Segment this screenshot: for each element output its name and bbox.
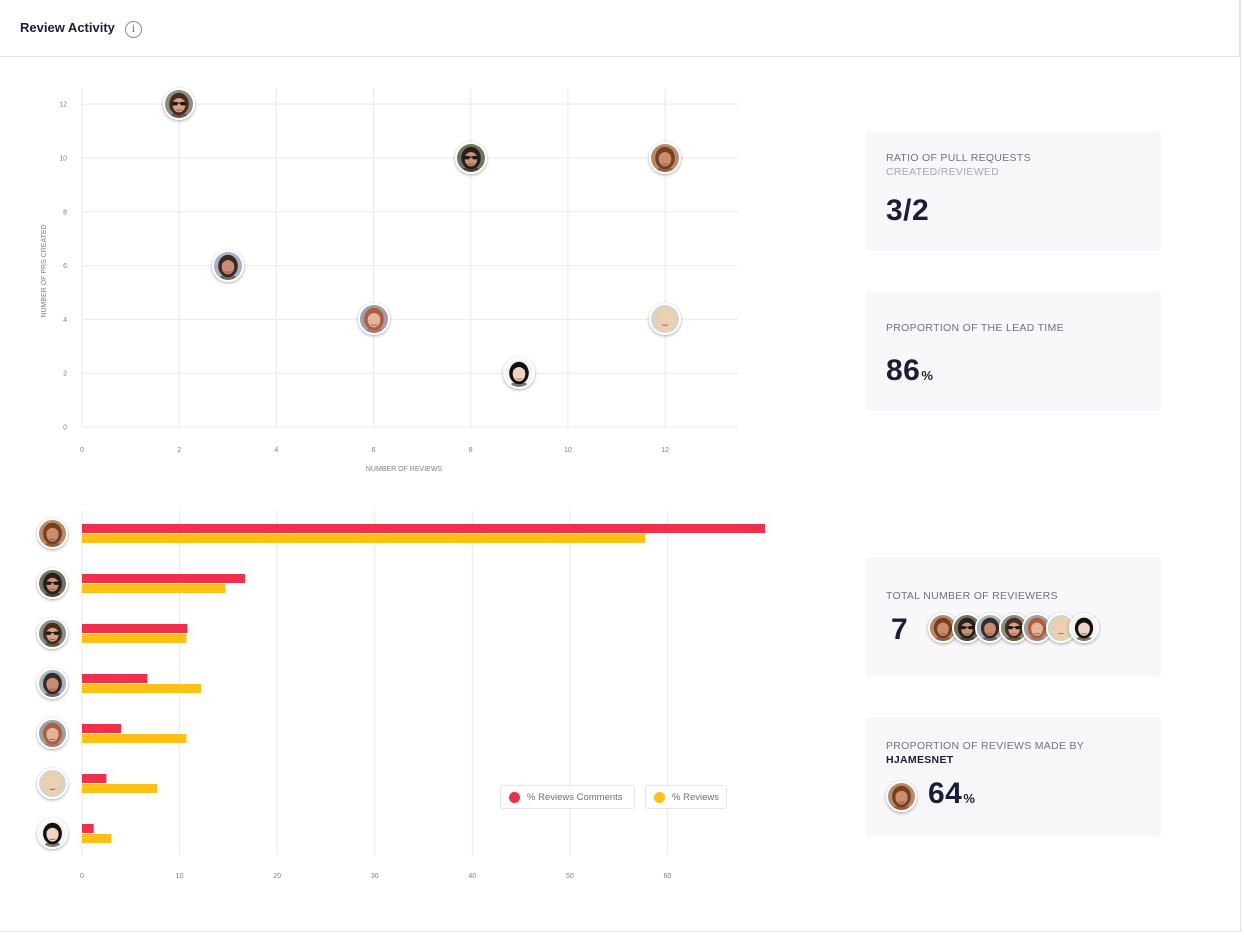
reviews-made-by-label: PROPORTION OF REVIEWS MADE BY xyxy=(886,740,1085,752)
bar-reviews[interactable] xyxy=(82,534,645,543)
lead-time-unit: % xyxy=(921,368,934,383)
scatter-x-tick: 6 xyxy=(372,447,376,454)
bar-reviews-comments[interactable] xyxy=(82,624,188,633)
bar-reviews[interactable] xyxy=(82,784,158,793)
bar-reviews-comments[interactable] xyxy=(82,724,122,733)
reviews-made-by-avatar[interactable] xyxy=(885,780,917,812)
reviewers-label: TOTAL NUMBER OF REVIEWERS xyxy=(886,590,1058,602)
scatter-y-tick: 12 xyxy=(59,102,67,109)
scatter-y-tick: 6 xyxy=(63,263,67,270)
reviewer-avatar[interactable] xyxy=(1069,613,1099,643)
scatter-y-tick: 8 xyxy=(63,209,67,216)
bar-row-avatar[interactable] xyxy=(36,567,68,599)
bar-reviews-comments[interactable] xyxy=(82,824,94,833)
scatter-x-tick: 8 xyxy=(469,447,473,454)
scatter-x-tick: 0 xyxy=(80,447,84,454)
review-bar-chart: 0 10 20 30 40 50 60 xyxy=(80,510,765,880)
page-header: Review Activity i xyxy=(0,0,1240,57)
scatter-point-avatar[interactable] xyxy=(454,141,487,174)
ratio-value: 3/2 xyxy=(886,194,930,227)
bar-x-tick: 0 xyxy=(80,873,84,880)
reviewers-value: 7 xyxy=(891,613,909,646)
bar-x-tick: 30 xyxy=(371,873,379,880)
bar-row-avatar[interactable] xyxy=(36,717,68,749)
reviewers-card: TOTAL NUMBER OF REVIEWERS 7 xyxy=(866,557,1161,677)
scatter-y-ticks: 0 2 4 6 8 10 12 xyxy=(59,102,67,432)
legend-label-reviews: % Reviews xyxy=(672,791,719,803)
bar-reviews-comments[interactable] xyxy=(82,524,765,533)
scatter-y-tick: 4 xyxy=(63,317,67,324)
scatter-chart: 0 2 4 6 8 10 12 0 2 4 6 8 10 12 NUMBER OF REVIEWS NU… xyxy=(41,88,738,473)
info-icon[interactable]: i xyxy=(125,21,142,38)
legend-label-comments: % Reviews Comments xyxy=(527,791,623,803)
legend-reviews-comments[interactable]: % Reviews Comments xyxy=(500,785,635,809)
scatter-y-axis-label: NUMBER OF PRS CREATED xyxy=(41,224,48,317)
lead-time-value: 86 xyxy=(886,354,921,387)
frame-border-bottom xyxy=(0,931,1241,932)
bar-x-tick: 60 xyxy=(664,873,672,880)
scatter-point-avatar[interactable] xyxy=(357,303,390,336)
scatter-y-tick: 0 xyxy=(63,425,67,432)
ratio-label: RATIO OF PULL REQUESTS xyxy=(886,152,1031,164)
legend-reviews[interactable]: % Reviews xyxy=(645,785,727,809)
scatter-point-avatar[interactable] xyxy=(211,249,244,282)
page-title: Review Activity xyxy=(20,20,115,35)
bar-row-avatar[interactable] xyxy=(36,667,68,699)
bar-x-tick: 40 xyxy=(468,873,476,880)
legend-dot-reviews xyxy=(654,791,665,803)
reviews-made-by-user: HJAMESNET xyxy=(886,754,954,766)
ratio-sublabel: CREATED/REVIEWED xyxy=(886,166,1000,178)
bar-row-avatar[interactable] xyxy=(36,517,68,549)
scatter-x-ticks: 0 2 4 6 8 10 12 xyxy=(80,447,669,454)
frame-border-right xyxy=(1240,0,1241,932)
bar-reviews[interactable] xyxy=(82,684,202,693)
scatter-x-tick: 2 xyxy=(177,447,181,454)
bar-row-avatar[interactable] xyxy=(36,767,68,799)
lead-time-card: PROPORTION OF THE LEAD TIME 86% xyxy=(866,291,1161,411)
scatter-x-tick: 12 xyxy=(661,447,669,454)
reviews-made-by-card: PROPORTION OF REVIEWS MADE BY HJAMESNET … xyxy=(866,717,1161,837)
bar-row-avatar[interactable] xyxy=(36,817,68,849)
bar-reviews-comments[interactable] xyxy=(82,774,107,783)
reviews-made-by-value-wrap: 64% xyxy=(928,777,975,811)
bar-x-tick: 20 xyxy=(273,873,281,880)
bar-reviews-comments[interactable] xyxy=(82,674,148,683)
bar-x-tick: 10 xyxy=(176,873,184,880)
ratio-card: RATIO OF PULL REQUESTS CREATED/REVIEWED … xyxy=(866,131,1161,251)
scatter-x-axis-label: NUMBER OF REVIEWS xyxy=(366,466,443,473)
bar-reviews[interactable] xyxy=(82,584,226,593)
scatter-y-tick: 2 xyxy=(63,371,67,378)
reviews-made-by-unit: % xyxy=(963,791,976,806)
scatter-x-tick: 4 xyxy=(274,447,278,454)
scatter-x-tick: 10 xyxy=(564,447,572,454)
bar-reviews[interactable] xyxy=(82,634,187,643)
bar-x-ticks: 0 10 20 30 40 50 60 xyxy=(80,873,671,880)
bar-reviews[interactable] xyxy=(82,734,187,743)
scatter-grid xyxy=(81,88,738,428)
bar-row-avatar[interactable] xyxy=(36,617,68,649)
reviews-made-by-value: 64 xyxy=(928,777,963,810)
scatter-point-avatar[interactable] xyxy=(649,141,682,174)
bar-reviews[interactable] xyxy=(82,834,112,843)
lead-time-value-wrap: 86% xyxy=(886,354,933,388)
scatter-y-tick: 10 xyxy=(59,155,67,162)
bar-reviews-comments[interactable] xyxy=(82,574,245,583)
bar-x-tick: 50 xyxy=(566,873,574,880)
legend-dot-comments xyxy=(509,791,520,803)
lead-time-label: PROPORTION OF THE LEAD TIME xyxy=(886,322,1064,334)
